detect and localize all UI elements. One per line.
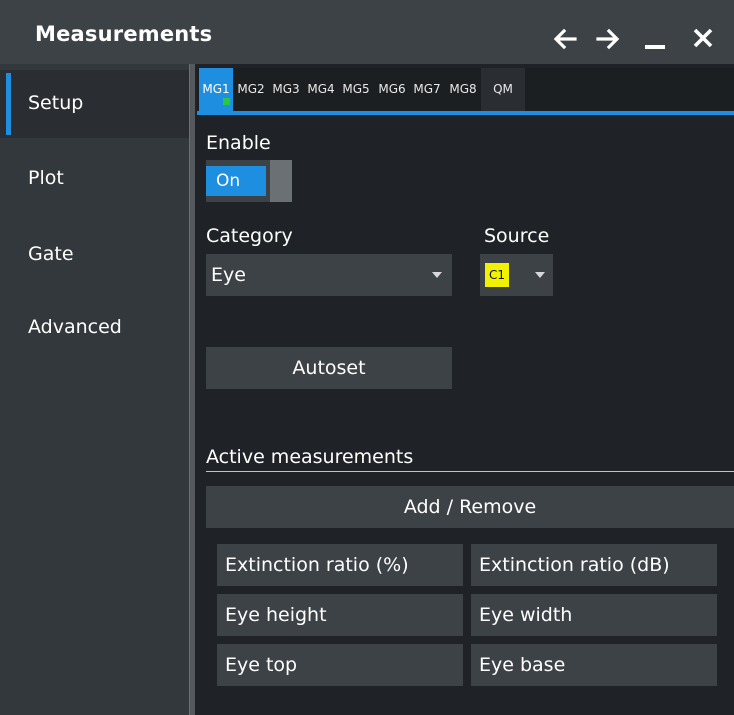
tab-mg3[interactable]: MG3 — [269, 68, 303, 111]
source-chip: C1 — [485, 263, 509, 287]
minimize-icon[interactable] — [642, 26, 670, 52]
tab-mg6[interactable]: MG6 — [375, 68, 409, 111]
tab-label: MG4 — [307, 82, 335, 96]
sidebar-item-plot[interactable]: Plot — [0, 146, 190, 214]
sidebar-item-setup[interactable]: Setup — [0, 70, 190, 138]
category-dropdown[interactable]: Eye — [206, 254, 452, 296]
tab-qm[interactable]: QM — [481, 68, 525, 111]
sidebar-item-advanced[interactable]: Advanced — [0, 294, 190, 362]
tab-label: MG6 — [378, 82, 406, 96]
sidebar-item-gate[interactable]: Gate — [0, 220, 190, 288]
measurement-item[interactable]: Eye base — [471, 644, 717, 686]
enable-toggle[interactable]: On — [206, 160, 292, 202]
sidebar: Setup Plot Gate Advanced — [0, 64, 190, 715]
chevron-down-icon — [535, 272, 545, 278]
enable-label: Enable — [206, 132, 271, 154]
measurements-window: Measurements Setup Plot Gate Advanced MG… — [0, 0, 734, 715]
category-label: Category — [206, 225, 293, 247]
measurement-item[interactable]: Eye top — [217, 644, 463, 686]
tab-mg1[interactable]: MG1 — [199, 68, 233, 111]
active-indicator-icon — [223, 98, 230, 105]
sidebar-item-label: Plot — [28, 167, 64, 189]
tab-label: MG8 — [449, 82, 477, 96]
toggle-state: On — [206, 166, 266, 196]
measurement-item[interactable]: Eye width — [471, 594, 717, 636]
toggle-knob — [270, 160, 292, 202]
tab-label: MG3 — [272, 82, 300, 96]
measurement-item[interactable]: Extinction ratio (%) — [217, 544, 463, 586]
tab-label: MG7 — [413, 82, 441, 96]
source-dropdown[interactable]: C1 — [480, 254, 553, 296]
measurement-item[interactable]: Extinction ratio (dB) — [471, 544, 717, 586]
sidebar-splitter[interactable] — [189, 64, 195, 715]
add-remove-button[interactable]: Add / Remove — [206, 486, 734, 528]
category-value: Eye — [211, 264, 246, 286]
autoset-button[interactable]: Autoset — [206, 347, 452, 389]
tab-mg2[interactable]: MG2 — [234, 68, 268, 111]
sidebar-item-label: Advanced — [28, 316, 122, 338]
measurement-item[interactable]: Eye height — [217, 594, 463, 636]
tab-mg8[interactable]: MG8 — [446, 68, 480, 111]
tab-mg4[interactable]: MG4 — [304, 68, 338, 111]
tab-underline — [197, 111, 734, 115]
active-measurements-heading: Active measurements — [206, 446, 414, 468]
source-label: Source — [484, 225, 550, 247]
tab-mg7[interactable]: MG7 — [410, 68, 444, 111]
tab-label: QM — [493, 82, 513, 96]
chevron-down-icon — [432, 272, 442, 278]
tab-label: MG5 — [342, 82, 370, 96]
sidebar-item-label: Setup — [28, 92, 84, 114]
window-title: Measurements — [35, 22, 213, 46]
tab-mg5[interactable]: MG5 — [339, 68, 373, 111]
tab-label: MG1 — [202, 82, 230, 96]
tab-label: MG2 — [237, 82, 265, 96]
sidebar-item-label: Gate — [28, 243, 74, 265]
arrow-right-icon[interactable] — [594, 26, 622, 52]
title-bar: Measurements — [0, 0, 734, 64]
close-icon[interactable] — [690, 26, 718, 52]
section-divider — [206, 471, 734, 472]
tab-bar: MG1 MG2 MG3 MG4 MG5 MG6 MG7 MG8 QM — [197, 68, 734, 111]
arrow-left-icon[interactable] — [551, 26, 579, 52]
